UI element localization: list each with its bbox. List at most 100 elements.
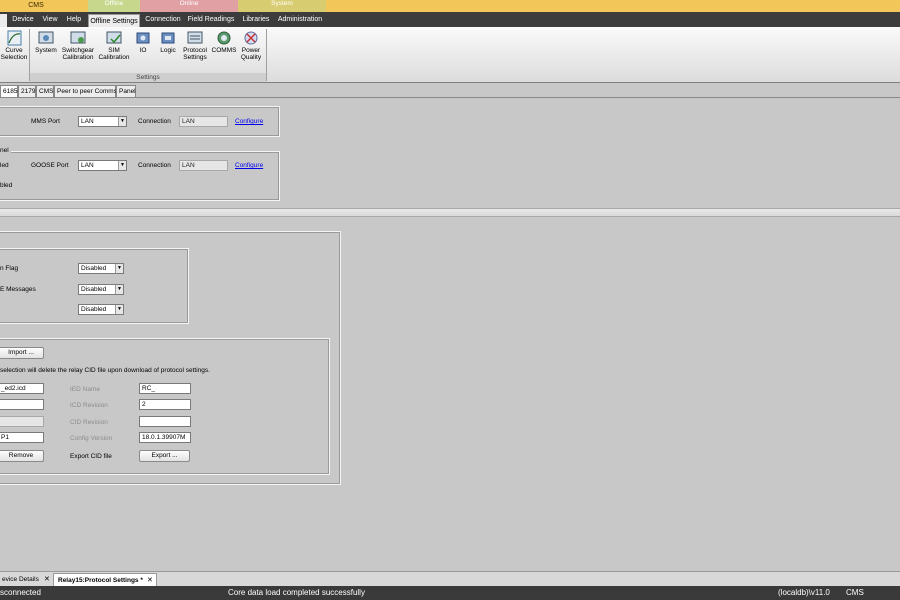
document-tabs: evice Details ✕ Relay15:Protocol Setting… [0, 571, 900, 586]
tab-protocol-settings[interactable]: Relay15:Protocol Settings * ✕ [53, 573, 157, 586]
ied-name-label: IED Name [70, 386, 100, 393]
system-label: System [35, 47, 57, 54]
icd-revision-field[interactable]: 2 [139, 399, 191, 410]
tab-device-details[interactable]: evice Details ✕ [0, 573, 52, 586]
tab-device-details-label: evice Details [2, 576, 39, 583]
flag-select[interactable]: Disabled ▼ [78, 263, 124, 274]
ied-name-field[interactable]: RC_ [139, 383, 191, 394]
e-messages-value: Disabled [81, 286, 107, 293]
menu-administration[interactable]: Administration [275, 12, 325, 27]
comms-button[interactable]: COMMS [211, 30, 237, 54]
chevron-down-icon: ▼ [115, 285, 123, 294]
title-bar: CMS Offline Online System [0, 0, 900, 12]
protocol-settings-button[interactable]: Protocol Settings [181, 30, 209, 61]
curve-selection-label: Curve Selection [0, 47, 28, 61]
third-setting-select[interactable]: Disabled ▼ [78, 304, 124, 315]
menu-libraries[interactable]: Libraries [239, 12, 273, 27]
flag-value: Disabled [81, 265, 107, 272]
context-group-system: System [238, 0, 326, 12]
io-button[interactable]: IO [133, 30, 153, 54]
menu-offline-settings[interactable]: Offline Settings [88, 14, 140, 27]
application-menu-button[interactable] [0, 14, 7, 27]
mms-port-label: MMS Port [31, 118, 60, 125]
cid-warning-text: selection will delete the relay CID file… [0, 367, 210, 374]
goose-port-value: LAN [81, 162, 94, 169]
icd-field-4[interactable]: P1 [0, 432, 44, 443]
database-status: (localdb)\v11.0 [778, 588, 830, 597]
chevron-down-icon: ▼ [118, 161, 126, 170]
status-bar: sconnected Core data load completed succ… [0, 586, 900, 600]
connection-label: Connection [138, 118, 171, 125]
comms-label: COMMS [211, 47, 237, 54]
logic-label: Logic [160, 47, 176, 54]
chevron-down-icon: ▼ [115, 264, 123, 273]
mms-port-select[interactable]: LAN ▼ [78, 116, 127, 127]
cid-revision-label: CID Revision [70, 419, 108, 426]
chevron-down-icon: ▼ [115, 305, 123, 314]
goose-port-select[interactable]: LAN ▼ [78, 160, 127, 171]
ribbon-group-label: Settings [30, 73, 266, 82]
chevron-down-icon: ▼ [118, 117, 126, 126]
config-version-label: Config Version [70, 435, 113, 442]
tab-panel[interactable]: Panel [116, 85, 136, 97]
app-status: CMS [846, 588, 864, 597]
menu-view[interactable]: View [39, 12, 61, 27]
e-messages-select[interactable]: Disabled ▼ [78, 284, 124, 295]
led-label-fragment: led [0, 162, 9, 169]
sim-calibration-label: SIM Calibration [98, 47, 130, 61]
power-quality-label: Power Quality [240, 47, 262, 61]
status-message: Core data load completed successfully [228, 588, 365, 597]
tab-61850[interactable]: 61850 [0, 85, 21, 97]
icd-field-3[interactable] [0, 416, 44, 427]
configure-goose-link[interactable]: Configure [235, 162, 263, 169]
power-quality-icon [244, 31, 258, 45]
protocol-settings-icon [187, 31, 203, 44]
switchgear-calibration-icon [70, 31, 86, 44]
panel-splitter[interactable] [0, 208, 900, 217]
goose-connection-field[interactable]: LAN [179, 160, 228, 171]
comms-icon [217, 31, 231, 45]
tab-cms[interactable]: CMS [36, 85, 54, 97]
export-button[interactable]: Export ... [139, 450, 190, 462]
top-panel: MMS Port LAN ▼ Connection LAN Configure … [0, 98, 900, 208]
bled-label-fragment: bled [0, 182, 13, 189]
connection-label: Connection [138, 162, 171, 169]
connection-status: sconnected [0, 588, 41, 597]
import-button[interactable]: Import ... [0, 347, 44, 359]
menu-help[interactable]: Help [63, 12, 85, 27]
system-button[interactable]: System [33, 30, 59, 54]
goose-port-label: GOOSE Port [31, 162, 69, 169]
logic-button[interactable]: Logic [157, 30, 179, 54]
close-icon[interactable]: ✕ [44, 573, 50, 586]
ribbon: Curve Selection System Switchgear Calibr… [0, 27, 900, 83]
config-version-field[interactable]: 18.0.1.39907M [139, 432, 191, 443]
mms-connection-field[interactable]: LAN [179, 116, 228, 127]
tab-2179[interactable]: 2179 [18, 85, 36, 97]
context-group-online: Online [140, 0, 238, 12]
ribbon-separator [266, 29, 267, 81]
switchgear-calibration-button[interactable]: Switchgear Calibration [61, 30, 95, 61]
sim-calibration-button[interactable]: SIM Calibration [98, 30, 130, 61]
power-quality-button[interactable]: Power Quality [238, 30, 264, 61]
curve-selection-icon [7, 30, 22, 46]
io-label: IO [139, 47, 147, 54]
io-icon [136, 32, 150, 44]
curve-selection-button[interactable]: Curve Selection [0, 30, 28, 61]
icd-revision-label: ICD Revision [70, 402, 108, 409]
configure-mms-link[interactable]: Configure [235, 118, 263, 125]
tab-protocol-settings-label: Relay15:Protocol Settings * [58, 577, 143, 584]
menu-device[interactable]: Device [9, 12, 37, 27]
protocol-settings-label: Protocol Settings [183, 47, 207, 61]
tab-peer-to-peer-comms[interactable]: Peer to peer Comms [54, 85, 117, 97]
export-cid-label: Export CID file [70, 453, 112, 460]
cid-revision-field[interactable] [139, 416, 191, 427]
icd-field-2[interactable] [0, 399, 44, 410]
menu-field-readings[interactable]: Field Readings [186, 12, 236, 27]
goose-group [0, 151, 280, 201]
icd-file-field[interactable]: _ed2.icd [0, 383, 44, 394]
app-title: CMS [28, 2, 44, 9]
switchgear-calibration-label: Switchgear Calibration [61, 47, 95, 61]
menu-connection[interactable]: Connection [143, 12, 183, 27]
remove-button[interactable]: Remove [0, 450, 44, 462]
context-group-offline: Offline [88, 0, 140, 12]
